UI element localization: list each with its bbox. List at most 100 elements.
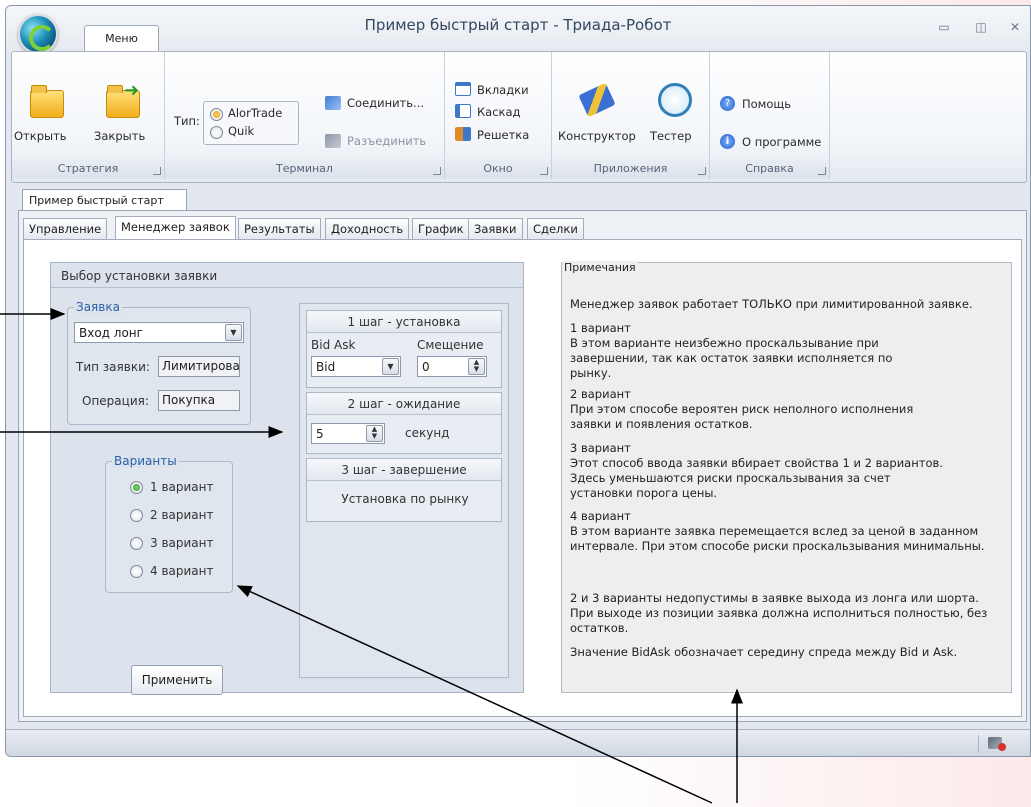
grid-button[interactable]: Решетка [455, 127, 545, 145]
about-button[interactable]: i О программе [720, 134, 825, 152]
disconnect-button[interactable]: Разъединить [321, 132, 439, 150]
help-label: Помощь [742, 97, 792, 111]
offset-stepper[interactable]: 0 ▲ ▼ [417, 356, 487, 377]
step2-box: 2 шаг - ожидание 5 ▲ ▼ секунд [306, 392, 502, 454]
step1-title: 1 шаг - установка [307, 311, 501, 333]
bidask-select[interactable]: Bid ▼ [311, 356, 401, 377]
note-variant-2-title: 2 вариант [570, 387, 631, 401]
step2-title: 2 шаг - ожидание [307, 393, 501, 415]
radio-alortrade[interactable] [210, 108, 223, 121]
group-label-help: Справка [710, 160, 829, 178]
menu-tab[interactable]: Меню [84, 25, 159, 52]
group-launcher-icon[interactable] [540, 167, 548, 175]
tabs-button[interactable]: Вкладки [455, 82, 545, 100]
apply-button[interactable]: Применить [131, 665, 223, 695]
step3-box: 3 шаг - завершение Установка по рынку [306, 458, 502, 522]
variant-4-label: 4 вариант [150, 564, 214, 578]
folder-open-icon [30, 85, 64, 118]
step3-title: 3 шаг - завершение [307, 459, 501, 481]
offset-value: 0 [422, 360, 430, 374]
status-divider [978, 735, 979, 753]
tab-order-manager[interactable]: Менеджер заявок [115, 216, 236, 240]
cascade-label: Каскад [477, 105, 521, 119]
order-fieldset: Заявка Вход лонг ▼ Тип заявки: Лимитиров… [67, 300, 251, 425]
ribbon-group-help: ? Помощь i О программе Справка [710, 52, 830, 180]
group-label-strategy: Стратегия [12, 160, 164, 178]
order-setup-panel: Выбор установки заявки Заявка Вход лонг … [50, 262, 524, 695]
tab-chart[interactable]: График [412, 218, 470, 239]
gauge-icon [658, 83, 692, 117]
operation-field: Покупка [158, 390, 240, 411]
operation-label: Операция: [82, 394, 149, 408]
close-button[interactable]: ✕ [1004, 20, 1026, 38]
title-bar: Пример быстрый старт - Триада-Робот ▭ ◫ … [6, 6, 1030, 54]
divider [51, 287, 523, 288]
quik-label: Quik [228, 124, 255, 138]
radio-variant-4[interactable] [130, 565, 143, 578]
step1-box: 1 шаг - установка Bid Ask Смещение Bid ▼… [306, 310, 502, 388]
tab-content: Выбор установки заявки Заявка Вход лонг … [23, 239, 1022, 717]
tab-control[interactable]: Управление [23, 218, 108, 239]
notes-panel: Примечания Менеджер заявок работает ТОЛЬ… [561, 261, 1012, 693]
seconds-stepper[interactable]: 5 ▲ ▼ [311, 423, 385, 444]
bidask-value: Bid [316, 360, 336, 374]
disconnected-badge-icon [998, 743, 1006, 751]
open-label: Открыть [14, 129, 67, 143]
constructor-icon [578, 82, 616, 118]
chevron-down-icon[interactable]: ▼ [225, 324, 242, 341]
tab-deals[interactable]: Сделки [527, 218, 584, 239]
note-variant-4-title: 4 вариант [570, 509, 631, 523]
radio-variant-1[interactable] [130, 481, 143, 494]
group-launcher-icon[interactable] [698, 167, 706, 175]
arrow-right-icon: ➜ [124, 80, 140, 101]
radio-quik[interactable] [210, 126, 223, 139]
note-intro: Менеджер заявок работает ТОЛЬКО при лими… [570, 297, 973, 311]
note-exit-rule: 2 и 3 варианты недопустимы в заявке выхо… [570, 591, 988, 635]
tab-orders[interactable]: Заявки [468, 218, 523, 239]
spin-arrows-icon[interactable]: ▲ ▼ [366, 425, 383, 442]
close-strategy-button[interactable]: ➜ Закрыть [94, 80, 154, 152]
variant-3-label: 3 вариант [150, 536, 214, 550]
note-variant-3-title: 3 вариант [570, 441, 631, 455]
bidask-label: Bid Ask [311, 338, 356, 352]
offset-label: Смещение [417, 338, 484, 352]
spin-arrows-icon[interactable]: ▲ ▼ [468, 358, 485, 375]
step3-text: Установка по рынку [341, 492, 469, 506]
notes-legend: Примечания [562, 261, 638, 274]
note-variant-1-text: В этом варианте неизбежно проскальзывани… [570, 336, 893, 380]
close-label: Закрыть [94, 129, 146, 143]
order-kind-value: Вход лонг [79, 326, 143, 340]
group-label-apps: Приложения [552, 160, 709, 178]
status-bar [6, 729, 1030, 756]
help-button[interactable]: ? Помощь [720, 96, 825, 114]
group-launcher-icon[interactable] [153, 167, 161, 175]
group-launcher-icon[interactable] [818, 167, 826, 175]
tab-results[interactable]: Результаты [238, 218, 321, 239]
group-label-window: Окно [445, 160, 551, 178]
help-icon: ? [720, 96, 735, 111]
order-kind-select[interactable]: Вход лонг ▼ [74, 322, 244, 343]
maximize-button[interactable]: ◫ [970, 20, 992, 38]
seconds-value: 5 [316, 427, 324, 441]
seconds-label: секунд [405, 426, 450, 440]
constructor-button[interactable]: Конструктор [556, 80, 636, 152]
connect-button[interactable]: Соединить... [321, 94, 439, 112]
minimize-button[interactable]: ▭ [933, 20, 955, 38]
note-variant-1-title: 1 вариант [570, 321, 631, 335]
ribbon: Открыть ➜ Закрыть Стратегия Тип: AlorTra… [11, 51, 1027, 183]
group-launcher-icon[interactable] [433, 167, 441, 175]
connect-icon [325, 96, 341, 110]
radio-variant-3[interactable] [130, 537, 143, 550]
radio-variant-2[interactable] [130, 509, 143, 522]
about-label: О программе [742, 135, 822, 149]
document-tab[interactable]: Пример быстрый старт [22, 189, 187, 211]
tester-button[interactable]: Тестер [646, 80, 704, 152]
grid-icon [455, 127, 471, 141]
order-type-label: Тип заявки: [76, 360, 150, 374]
tester-label: Тестер [650, 129, 692, 143]
cascade-button[interactable]: Каскад [455, 104, 545, 122]
chevron-down-icon[interactable]: ▼ [382, 358, 399, 375]
tabs-icon [455, 82, 471, 96]
tab-profitability[interactable]: Доходность [325, 218, 410, 239]
open-button[interactable]: Открыть [14, 82, 74, 152]
